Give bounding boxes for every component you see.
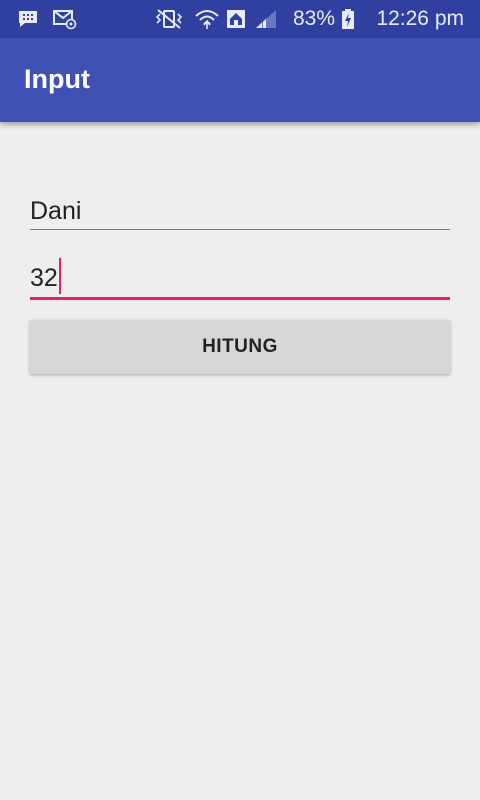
message-notification-icon [19,11,37,27]
signal-icon [256,10,276,28]
battery-percent: 83% [293,7,336,30]
wifi-icon [195,10,219,29]
status-bar: 83% 12:26 pm [0,0,480,38]
email-notification-icon [53,10,77,30]
name-field-value: Dani [30,197,82,225]
hitung-button[interactable]: HITUNG [30,320,450,374]
battery-charging-icon [342,9,354,29]
text-cursor [59,258,61,294]
age-field[interactable]: 32 [30,258,450,302]
name-field-underline [30,229,450,230]
age-field-underline [30,297,450,300]
name-field[interactable]: Dani [30,192,450,232]
page-title: Input [24,64,90,94]
app-bar: Input [0,38,480,122]
vibrate-mute-icon [155,9,183,29]
home-network-icon [227,10,245,28]
age-field-value: 32 [30,264,58,292]
clock-time: 12:26 pm [376,7,464,30]
